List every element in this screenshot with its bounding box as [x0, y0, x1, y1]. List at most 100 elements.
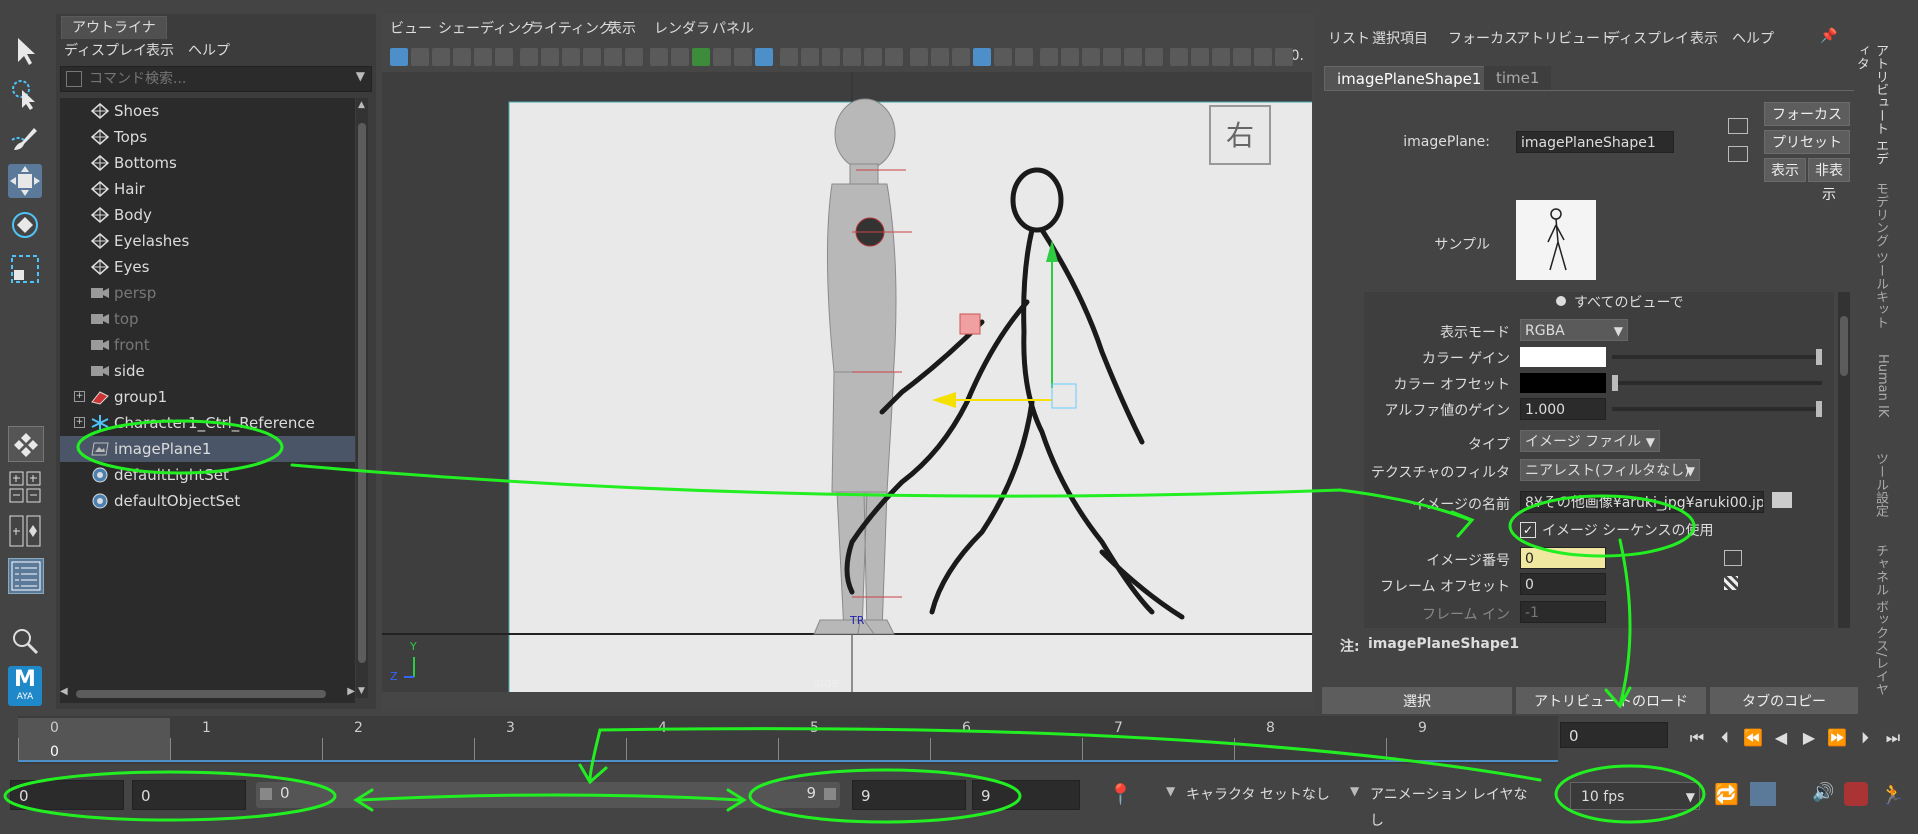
viewport-menu-panels[interactable]: パネル [712, 18, 754, 40]
step-forward-frame-icon[interactable]: ⏵ [1854, 727, 1876, 749]
select-tool-icon[interactable] [8, 34, 42, 68]
viewport-toolbar-button[interactable] [1254, 48, 1272, 66]
viewport-toolbar-button[interactable] [604, 48, 622, 66]
chevron-down-icon[interactable]: ▼ [1166, 784, 1175, 798]
viewport-toolbar-button[interactable] [583, 48, 601, 66]
color-gain-swatch[interactable] [1520, 347, 1606, 367]
chevron-down-icon[interactable]: ▼ [1350, 784, 1359, 798]
viewport-toolbar-button[interactable] [495, 48, 513, 66]
ae-menu-attributes[interactable]: アトリビュート [1516, 28, 1614, 50]
viewport-toolbar-button[interactable] [1191, 48, 1209, 66]
auto-key-icon[interactable]: 📍 [1108, 782, 1133, 806]
viewport-toolbar-button[interactable] [1233, 48, 1251, 66]
image-name-field[interactable]: 8¥その他画像¥aruki_jpg¥aruki00.jpg [1520, 491, 1764, 513]
range-slider[interactable]: 0 9 [256, 782, 840, 808]
viewport-menu-shading[interactable]: シェーディング [438, 18, 535, 40]
layout-split-icon[interactable] [8, 514, 42, 548]
scale-tool-icon[interactable] [8, 252, 42, 286]
viewport-canvas[interactable]: 右 TR Y Z side [382, 72, 1312, 692]
animation-start-field[interactable]: 0 [10, 780, 124, 810]
ae-menu-selected[interactable]: 選択項目 [1372, 28, 1428, 50]
viewport-toolbar-button[interactable] [1275, 48, 1293, 66]
folder-icon[interactable] [1772, 492, 1792, 508]
outliner-item[interactable]: Body [60, 202, 355, 228]
viewport-toolbar-button[interactable] [1170, 48, 1188, 66]
viewport-toolbar-button[interactable] [1124, 48, 1142, 66]
tab-time1[interactable]: time1 [1484, 66, 1552, 90]
ae-menu-display[interactable]: ディスプレイ [1606, 28, 1689, 50]
viewport-toolbar-button[interactable] [931, 48, 949, 66]
input-connection-icon[interactable] [1724, 550, 1742, 566]
outliner-search-input[interactable] [89, 69, 349, 89]
viewport-toolbar-button[interactable] [650, 48, 668, 66]
viewport-toolbar-button[interactable] [1015, 48, 1033, 66]
ae-menu-list[interactable]: リスト [1328, 28, 1370, 50]
load-attributes-button[interactable]: アトリビュートのロード [1516, 687, 1706, 717]
chevron-down-icon[interactable]: ▼ [356, 69, 365, 83]
viewport-toolbar-button[interactable] [973, 48, 991, 66]
viewport-toolbar-button[interactable] [1040, 48, 1058, 66]
outliner-menu-help[interactable]: ヘルプ [188, 40, 230, 62]
side-tab-human-ik[interactable]: Human IK [1868, 354, 1890, 434]
rotate-tool-icon[interactable] [8, 208, 42, 242]
ae-scrollbar[interactable] [1838, 292, 1850, 628]
outliner-scroll-thumb[interactable] [358, 123, 366, 663]
preset-button[interactable]: プリセット [1764, 130, 1850, 154]
time-slider-track[interactable]: 0 0 1 2 3 4 5 6 7 8 9 [18, 716, 1558, 764]
viewport-toolbar-button[interactable] [755, 48, 773, 66]
focus-button[interactable]: フォーカス [1764, 102, 1850, 126]
cached-playback-status-icon[interactable] [1844, 782, 1868, 806]
ae-menu-help[interactable]: ヘルプ [1732, 28, 1774, 50]
outliner-scrollbar[interactable]: ▲ ▼ [356, 98, 368, 698]
anim-layer-dropdown[interactable]: アニメーション レイヤなし [1370, 782, 1540, 829]
move-tool-icon[interactable] [8, 164, 42, 198]
viewport-toolbar-button[interactable] [474, 48, 492, 66]
side-tab-attribute-editor[interactable]: アトリビュート エディタ [1854, 44, 1890, 170]
viewport-toolbar-button[interactable] [734, 48, 752, 66]
outliner-menu-display[interactable]: ディスプレイ [64, 40, 147, 62]
outliner-hscrollbar[interactable]: ◀ ▶ [60, 686, 355, 702]
viewport-toolbar-button[interactable] [885, 48, 903, 66]
fps-dropdown[interactable]: 10 fps ▼ [1570, 782, 1700, 810]
expand-icon[interactable]: + [74, 417, 85, 428]
viewport-toolbar-button[interactable] [453, 48, 471, 66]
color-offset-slider[interactable] [1612, 375, 1822, 391]
input-connection-icon[interactable] [1728, 118, 1748, 134]
outliner-item[interactable]: Bottoms [60, 150, 355, 176]
outliner-item[interactable]: Tops [60, 124, 355, 150]
playback-start-field[interactable]: 0 [132, 780, 246, 810]
viewport-toolbar-button[interactable] [843, 48, 861, 66]
outliner-tab[interactable]: アウトライナ [61, 16, 167, 39]
viewport-menu-show[interactable]: 表示 [608, 18, 636, 40]
outliner-item[interactable]: side [60, 358, 355, 384]
viewport-toolbar-button[interactable] [801, 48, 819, 66]
layout-four-icon[interactable] [8, 470, 42, 504]
viewport-menu-lighting[interactable]: ライティング [530, 18, 613, 40]
alpha-gain-slider[interactable] [1612, 401, 1822, 417]
viewport-toolbar-button[interactable] [910, 48, 928, 66]
hide-button[interactable]: 非表示 [1808, 158, 1850, 203]
viewport-toolbar-button[interactable] [411, 48, 429, 66]
ae-menu-focus[interactable]: フォーカス [1448, 28, 1518, 50]
side-tab-channel-box[interactable]: チャネル ボックス/レイヤ [1868, 544, 1890, 704]
step-forward-key-icon[interactable]: ⏩ [1826, 727, 1848, 749]
character-set-dropdown[interactable]: キャラクタ セットなし [1186, 782, 1346, 808]
viewport-toolbar-button[interactable] [1061, 48, 1079, 66]
play-forward-icon[interactable]: ▶ [1798, 727, 1820, 749]
loop-icon[interactable]: 🔁 [1714, 782, 1739, 806]
layout-single-icon[interactable] [8, 426, 44, 462]
viewport-toolbar-button[interactable] [692, 48, 710, 66]
ae-menu-show[interactable]: 表示 [1690, 28, 1718, 50]
frame-offset-field[interactable]: 0 [1520, 573, 1606, 595]
go-to-start-icon[interactable]: ⏮ [1686, 727, 1708, 749]
viewport-toolbar-button[interactable] [1212, 48, 1230, 66]
select-button[interactable]: 選択 [1322, 687, 1512, 717]
viewport-toolbar-button[interactable] [1082, 48, 1100, 66]
current-frame-indicator[interactable] [18, 718, 170, 762]
viewport-toolbar-button[interactable] [713, 48, 731, 66]
viewport-menu-view[interactable]: ビュー [390, 18, 432, 40]
outliner-item[interactable]: Eyelashes [60, 228, 355, 254]
tab-imageplaneshape1[interactable]: imagePlaneShape1 [1324, 66, 1495, 91]
outliner-item[interactable]: top [60, 306, 355, 332]
all-views-radio[interactable] [1556, 296, 1566, 306]
